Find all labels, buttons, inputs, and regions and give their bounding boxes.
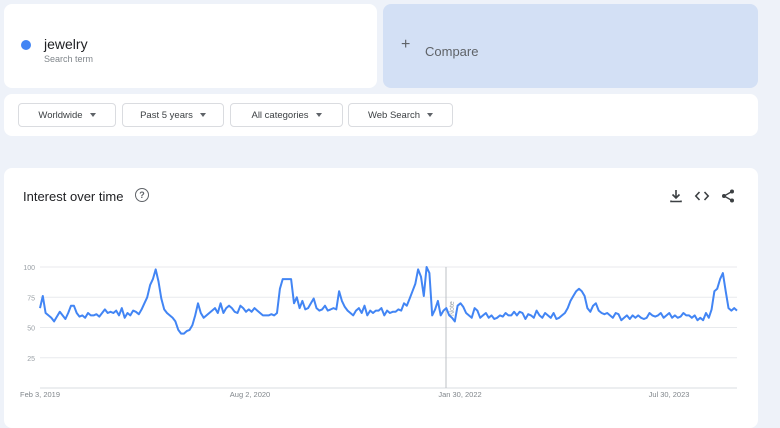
download-icon[interactable] [668,188,684,204]
plus-icon: + [401,36,411,53]
search-term-card[interactable]: jewelry Search term [4,4,377,88]
filter-location[interactable]: Worldwide [18,103,116,127]
filter-bar: Worldwide Past 5 years All categories We… [4,94,758,136]
embed-icon[interactable] [694,188,710,204]
chevron-down-icon [427,113,434,117]
filter-time-range[interactable]: Past 5 years [122,103,224,127]
share-icon[interactable] [720,188,736,204]
filter-time-range-label: Past 5 years [140,109,193,121]
term-color-dot [21,40,31,50]
search-term-subtitle: Search term [44,54,94,64]
chevron-down-icon [89,113,96,117]
search-term-name[interactable]: jewelry [44,36,88,52]
compare-label: Compare [425,44,479,59]
interest-over-time-card: Interest over time ? [4,168,758,428]
filter-search-type-label: Web Search [367,109,421,121]
filter-location-label: Worldwide [38,109,83,121]
chevron-down-icon [199,113,206,117]
filter-category-label: All categories [251,109,309,121]
chevron-down-icon [315,113,322,117]
chart-title: Interest over time [23,189,124,204]
filter-search-type[interactable]: Web Search [348,103,453,127]
help-icon[interactable]: ? [135,188,149,202]
compare-button[interactable]: + Compare [383,4,758,88]
filter-category[interactable]: All categories [230,103,343,127]
